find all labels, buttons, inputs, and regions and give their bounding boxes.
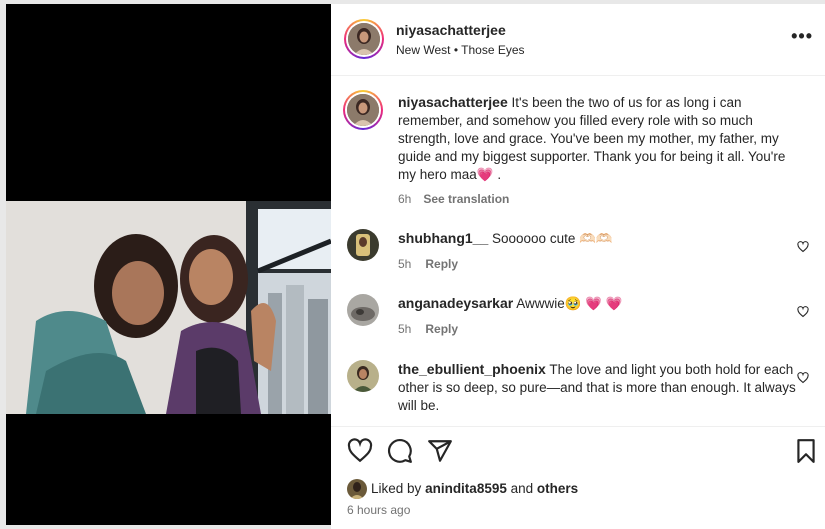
like-comment-heart-icon[interactable] (797, 306, 809, 318)
comment-meta: 5h Reply (398, 257, 458, 271)
post-header: niyasachatterjee New West • Those Eyes •… (331, 4, 825, 76)
comment-time[interactable]: 5h (398, 257, 411, 271)
audio-artist[interactable]: New West (396, 43, 450, 57)
caption-time[interactable]: 6h (398, 192, 411, 206)
posted-timestamp[interactable]: 6 hours ago (347, 503, 410, 517)
like-heart-icon[interactable] (347, 438, 373, 464)
comment-username[interactable]: the_ebullient_phoenix (398, 361, 546, 377)
more-horizontal-icon[interactable]: ••• (791, 26, 813, 47)
post-media[interactable] (6, 4, 331, 525)
caption-meta: 6h See translation (398, 190, 788, 208)
like-comment-heart-icon[interactable] (797, 241, 809, 253)
commenter-avatar[interactable] (347, 360, 379, 392)
audio-separator: • (453, 43, 459, 57)
post-actions: Liked by anindita8595 and others 6 hours… (331, 426, 825, 529)
caption-text-block: niyasachatterjee It's been the two of us… (398, 93, 788, 208)
caption-username[interactable]: niyasachatterjee (398, 94, 508, 110)
comment-time[interactable]: 5h (398, 322, 411, 336)
author-avatar[interactable] (344, 19, 384, 59)
share-send-icon[interactable] (427, 438, 453, 464)
commenter-avatar[interactable] (347, 229, 379, 261)
save-bookmark-icon[interactable] (793, 438, 819, 464)
liked-by-prefix: Liked by (371, 481, 422, 496)
liker-username[interactable]: anindita8595 (425, 481, 507, 496)
author-username[interactable]: niyasachatterjee (396, 22, 506, 38)
avatar-image (347, 229, 379, 261)
liked-by-and: and (510, 481, 534, 496)
audio-track[interactable]: Those Eyes (461, 43, 524, 57)
like-comment-heart-icon[interactable] (797, 372, 809, 384)
comment-meta: 5h Reply (398, 322, 458, 336)
comment-body: the_ebullient_phoenix The love and light… (398, 360, 798, 415)
avatar-image (347, 360, 379, 392)
caption-avatar[interactable] (343, 90, 383, 130)
commenter-avatar[interactable] (347, 294, 379, 326)
reply-button[interactable]: Reply (425, 257, 458, 271)
comment-body: shubhang1__ Soooooo cute 🫶🏻🫶🏻 (398, 229, 798, 248)
avatar-image (347, 479, 367, 499)
photo-illustration (6, 201, 331, 414)
comment-body: anganadeysarkar Awwwie🥹 💗 💗 (398, 294, 798, 313)
post-photo[interactable] (6, 201, 331, 414)
avatar-image (348, 23, 380, 55)
comment-username[interactable]: shubhang1__ (398, 230, 488, 246)
see-translation-button[interactable]: See translation (423, 192, 509, 206)
likes-others-link[interactable]: others (537, 481, 578, 496)
liker-avatar[interactable] (347, 479, 367, 499)
avatar-image (347, 294, 379, 326)
post-panel: niyasachatterjee New West • Those Eyes •… (331, 4, 825, 529)
comment-clip: the_ebullient_phoenix The love and light… (331, 354, 825, 426)
comment-bubble-icon[interactable] (387, 438, 413, 464)
comment-text: Soooooo cute 🫶🏻🫶🏻 (492, 231, 613, 246)
avatar-image (347, 94, 379, 126)
comment-username[interactable]: anganadeysarkar (398, 295, 513, 311)
reply-button[interactable]: Reply (425, 322, 458, 336)
liked-by-text: Liked by anindita8595 and others (371, 481, 578, 496)
comment-text: Awwwie🥹 💗 💗 (516, 296, 623, 311)
audio-info[interactable]: New West • Those Eyes (396, 43, 525, 57)
